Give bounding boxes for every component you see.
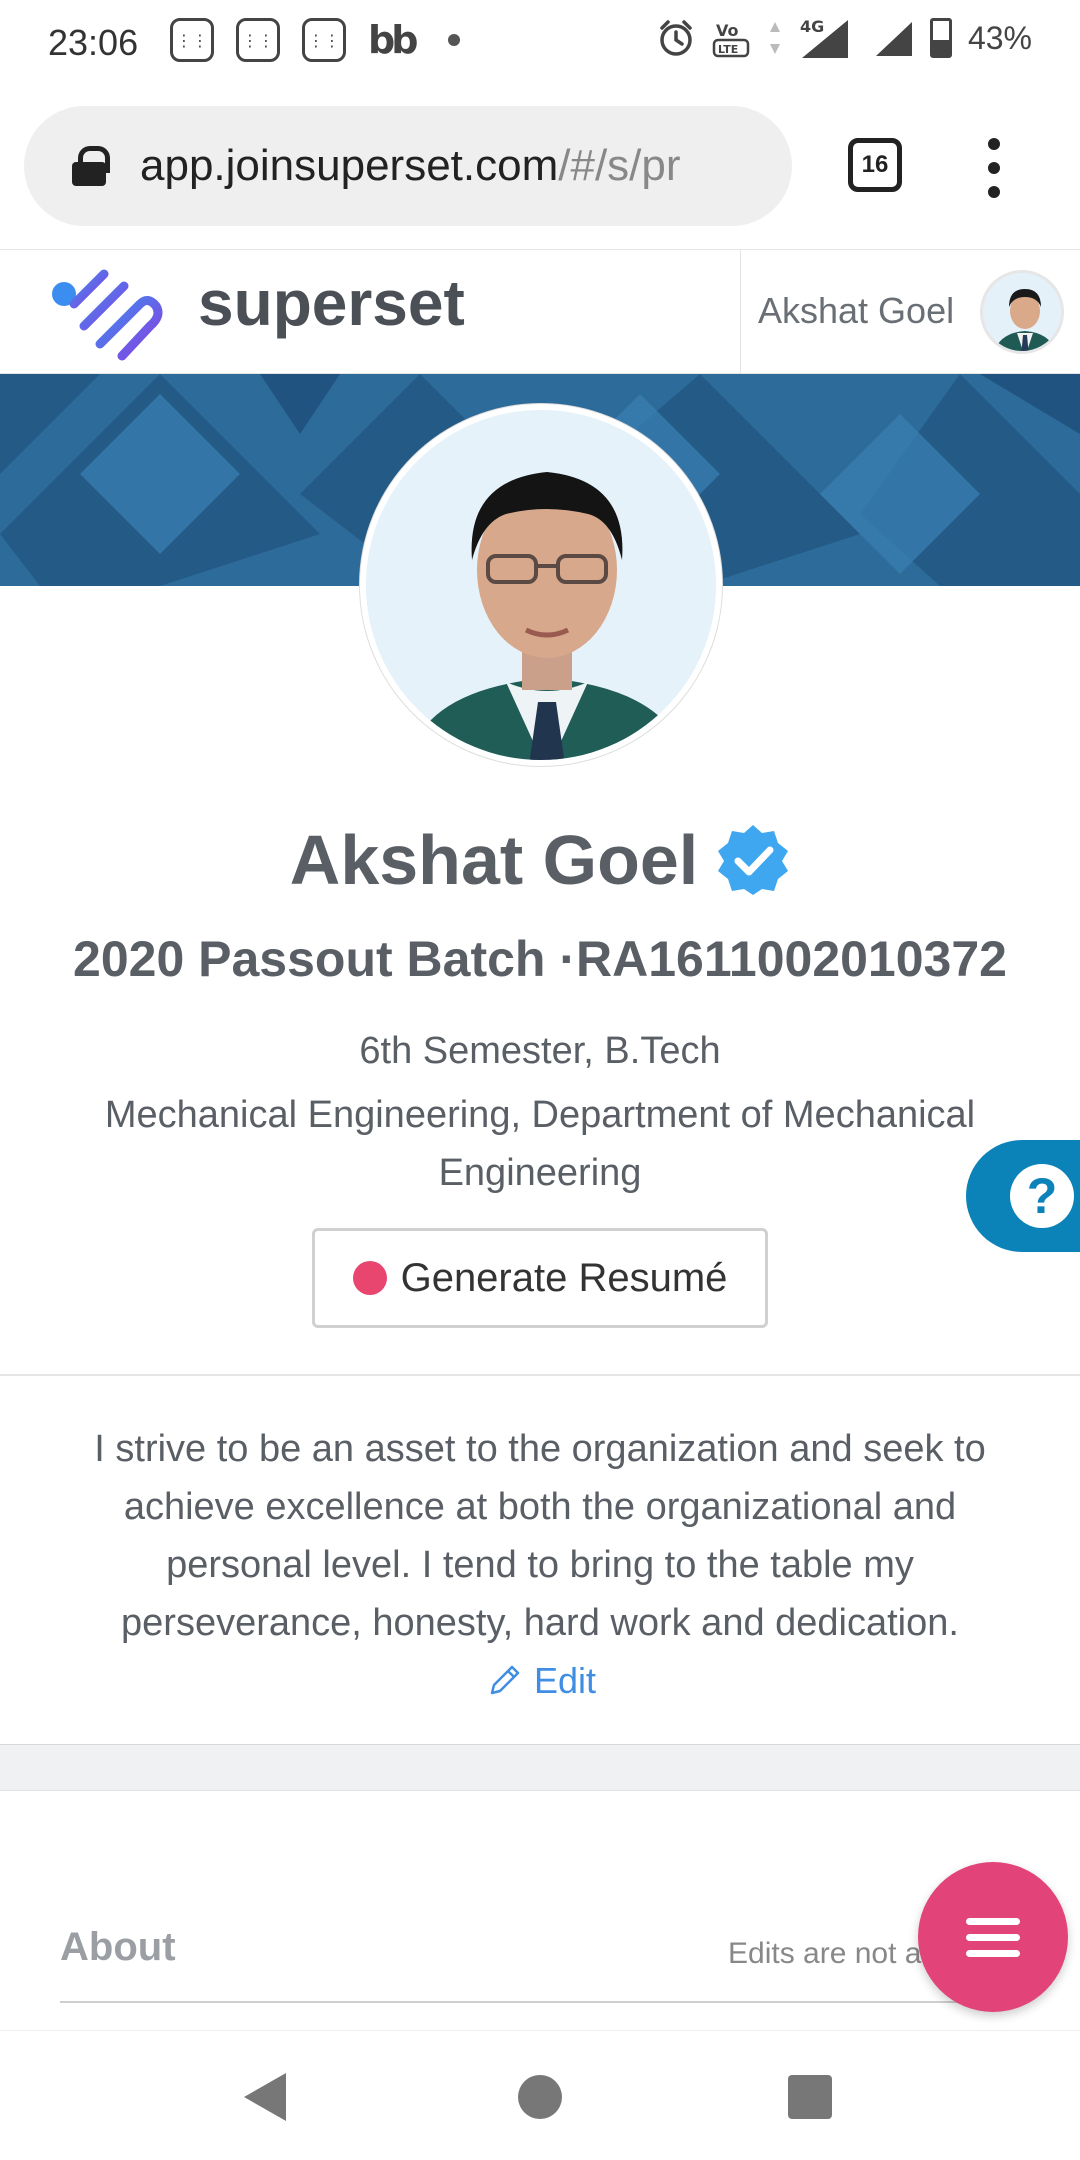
lock-icon [72, 146, 110, 186]
edit-label: Edit [533, 1660, 597, 1701]
semester-program: 6th Semester, B.Tech [359, 1030, 721, 1072]
about-edits-note: Edits are not a [728, 1937, 922, 1970]
signal-4g-icon: 4G [800, 17, 848, 58]
battery-percent: 43% [967, 19, 1032, 56]
alarm-icon [660, 20, 692, 56]
pencil-icon [490, 1665, 520, 1695]
data-arrows-icon [769, 22, 780, 54]
profile-name: Akshat Goel [289, 821, 699, 899]
section-gap [0, 1744, 1080, 1790]
profile-bio: I strive to be an asset to the organizat… [94, 1428, 986, 1644]
system-nav-bar [0, 2030, 1080, 2160]
notification-icons: ⋮⋮ ⋮⋮ ⋮⋮ bb [170, 18, 461, 62]
hamburger-icon [966, 1917, 1020, 1925]
status-right: Vo LTE 4G 43% [656, 16, 1032, 60]
url-path: /#/s/pr [558, 141, 681, 190]
home-icon[interactable] [518, 2075, 562, 2119]
address-bar[interactable]: app.joinsuperset.com/#/s/pr [24, 106, 792, 226]
svg-text:LTE: LTE [718, 43, 738, 56]
url-host: app.joinsuperset.com [140, 141, 559, 190]
profile-photo[interactable] [360, 404, 722, 766]
volte-icon: Vo LTE [712, 21, 750, 58]
calendar-app-icon: ⋮⋮ [302, 18, 346, 62]
tab-switcher-button[interactable]: 16 [848, 138, 902, 192]
app-header: superset Akshat Goel [0, 250, 1080, 374]
header-user-name[interactable]: Akshat Goel [758, 290, 954, 332]
help-button[interactable]: ? [966, 1140, 1080, 1252]
calendar-app-icon: ⋮⋮ [236, 18, 280, 62]
brand-name[interactable]: superset [198, 266, 465, 340]
about-title[interactable]: About [60, 1925, 176, 1970]
department: Mechanical Engineering, Department of Me… [104, 1094, 976, 1194]
browser-toolbar: app.joinsuperset.com/#/s/pr 16 [0, 84, 1080, 250]
section-divider [0, 1374, 1080, 1376]
more-notifications-dot-icon [448, 34, 461, 46]
header-divider [740, 250, 741, 374]
bb-app-icon: bb [368, 18, 418, 62]
generate-resume-button[interactable]: Generate Resumé [312, 1228, 768, 1328]
status-bar: 23:06 ⋮⋮ ⋮⋮ ⋮⋮ bb Vo LTE 4G 43% [0, 0, 1080, 84]
resume-dot-icon [352, 1261, 387, 1295]
browser-menu-icon[interactable] [984, 138, 1004, 198]
battery-icon [929, 18, 952, 58]
status-time: 23:06 [48, 22, 139, 63]
help-icon: ? [1010, 1164, 1074, 1228]
superset-logo-icon[interactable] [44, 264, 184, 364]
batch-roll-number: 2020 Passout Batch ·RA1611002010372 [73, 931, 1007, 987]
calendar-app-icon: ⋮⋮ [170, 18, 214, 62]
svg-text:Vo: Vo [716, 21, 739, 40]
profile-name-row: Akshat Goel [0, 820, 1080, 900]
about-card: About Edits are not a [0, 1790, 1080, 2030]
about-underline [60, 2001, 1020, 2003]
back-icon[interactable] [244, 2073, 286, 2121]
recent-apps-icon[interactable] [788, 2075, 832, 2119]
verified-badge-icon [718, 825, 789, 895]
url-text[interactable]: app.joinsuperset.com/#/s/pr [140, 141, 681, 191]
edit-bio-link[interactable]: Edit [0, 1660, 1080, 1702]
avatar[interactable] [980, 270, 1064, 354]
svg-text:4G: 4G [800, 17, 824, 36]
signal-icon [875, 22, 912, 56]
generate-resume-label: Generate Resumé [400, 1255, 728, 1300]
menu-fab-button[interactable] [918, 1862, 1068, 2012]
